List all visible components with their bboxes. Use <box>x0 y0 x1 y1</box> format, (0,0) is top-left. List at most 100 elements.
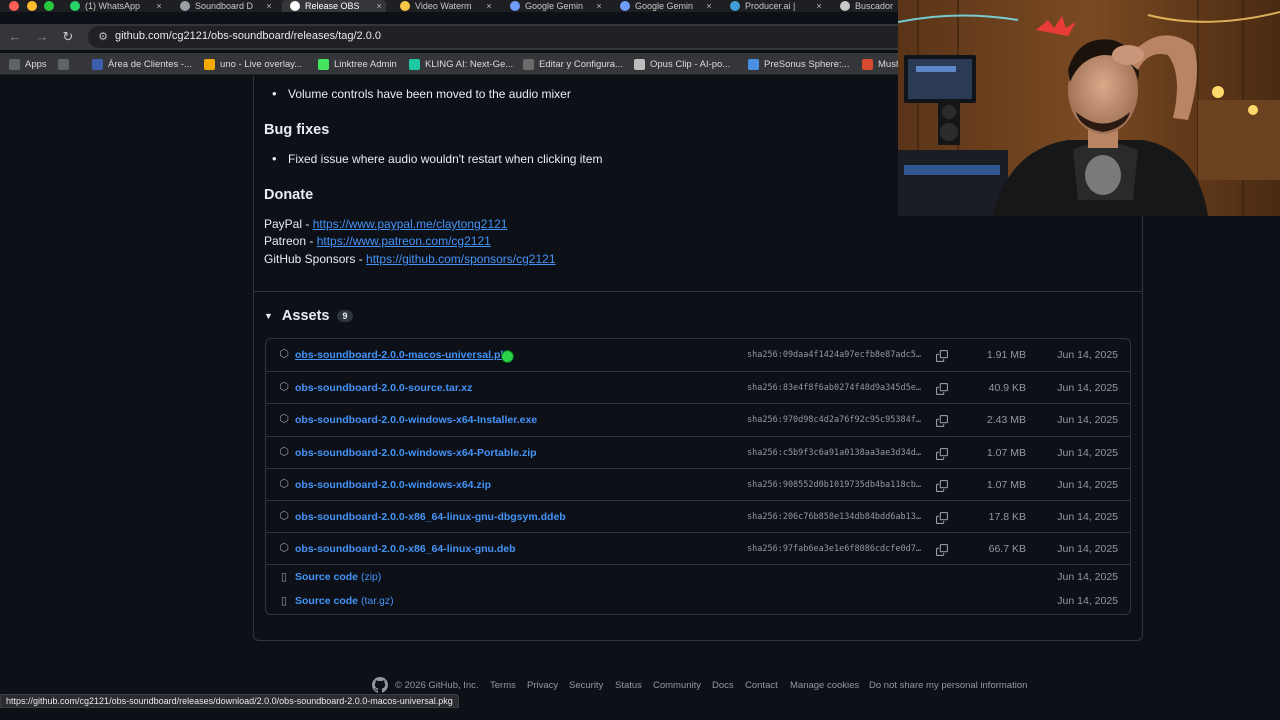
bookmark-item[interactable]: Mush <box>862 56 901 72</box>
donate-heading: Donate <box>264 187 314 203</box>
window-zoom-button[interactable] <box>44 1 54 11</box>
source-code-label: Source code <box>295 595 359 607</box>
copy-icon[interactable] <box>936 447 950 461</box>
copy-icon[interactable] <box>936 511 950 525</box>
assets-title: Assets <box>281 308 330 324</box>
browser-tab[interactable]: Google Gemin × <box>502 0 606 12</box>
tab-close-icon[interactable]: × <box>152 1 166 11</box>
tab-close-icon[interactable]: × <box>372 1 386 11</box>
tab-close-icon[interactable]: × <box>812 1 826 11</box>
asset-download-link[interactable]: obs-soundboard-2.0.0-macos-universal.pkg <box>295 349 513 361</box>
back-button[interactable]: ← <box>6 28 24 46</box>
tab-close-icon[interactable]: × <box>702 1 716 11</box>
section-divider <box>254 291 1142 292</box>
github-sponsors-link[interactable]: https://github.com/sponsors/cg2121 <box>366 252 555 266</box>
paypal-link[interactable]: https://www.paypal.me/claytong2121 <box>313 217 508 231</box>
bookmark-label: Editar y Configura... <box>539 58 623 70</box>
tab-title: Google Gemin <box>525 1 584 11</box>
asset-size: 1.07 MB <box>986 479 1026 491</box>
asset-size: 2.43 MB <box>986 414 1026 426</box>
window-close-button[interactable] <box>9 1 19 11</box>
source-code-format: (zip) <box>360 571 382 583</box>
footer-link[interactable]: Docs <box>712 680 734 691</box>
patreon-link[interactable]: https://www.patreon.com/cg2121 <box>317 234 491 248</box>
footer-link[interactable]: Contact <box>745 680 778 691</box>
package-icon: ⬡ <box>279 446 289 458</box>
asset-date: Jun 14, 2025 <box>1057 479 1118 491</box>
github-logo-icon[interactable] <box>372 677 388 693</box>
bookmark-favicon-icon <box>92 58 103 70</box>
site-settings-icon[interactable]: ⚙ <box>96 30 110 44</box>
footer-link[interactable]: Security <box>569 680 603 691</box>
bookmark-item[interactable]: Opus Clip - AI-po... <box>634 56 730 72</box>
assets-count-badge: 9 <box>337 310 353 322</box>
assets-list: ⬡ obs-soundboard-2.0.0-macos-universal.pk… <box>265 338 1131 615</box>
package-icon: ⬡ <box>279 510 289 522</box>
asset-date: Jun 14, 2025 <box>1057 543 1118 555</box>
browser-tab[interactable]: (1) WhatsApp × <box>62 0 166 12</box>
browser-tab[interactable]: Release OBS × <box>282 0 386 12</box>
browser-tab[interactable]: Soundboard D × <box>172 0 276 12</box>
copy-icon[interactable] <box>936 479 950 493</box>
tab-close-icon[interactable]: × <box>592 1 606 11</box>
asset-row: ⬡ obs-soundboard-2.0.0-windows-x64-Instal… <box>266 403 1130 435</box>
copy-icon[interactable] <box>936 414 950 428</box>
asset-date: Jun 14, 2025 <box>1057 595 1118 607</box>
footer-copyright: © 2026 GitHub, Inc. <box>395 680 479 691</box>
browser-tab[interactable]: Google Gemin × <box>612 0 716 12</box>
reload-button[interactable]: ↻ <box>59 28 77 46</box>
footer-link[interactable]: Do not share my personal information <box>869 680 1027 691</box>
bookmark-item[interactable]: Apps <box>9 56 47 72</box>
donate-patreon: Patreon - https://www.patreon.com/cg2121 <box>264 234 491 248</box>
forward-button[interactable]: → <box>33 28 51 46</box>
bookmark-label: KLING AI: Next-Ge... <box>425 58 514 70</box>
asset-download-link[interactable]: obs-soundboard-2.0.0-x86_64-linux-gnu.de… <box>295 543 516 555</box>
package-icon: ⬡ <box>279 348 289 360</box>
bookmark-item[interactable]: Área de Clientes -... <box>92 56 192 72</box>
asset-download-link[interactable]: obs-soundboard-2.0.0-windows-x64.zip <box>295 479 491 491</box>
mouse-cursor-highlight <box>502 351 513 362</box>
window-minimize-button[interactable] <box>27 1 37 11</box>
footer-link[interactable]: Community <box>653 680 701 691</box>
tab-close-icon[interactable]: × <box>482 1 496 11</box>
bookmark-item[interactable]: PreSonus Sphere:... <box>748 56 850 72</box>
footer-link[interactable]: Terms <box>490 680 516 691</box>
asset-download-link[interactable]: obs-soundboard-2.0.0-source.tar.xz <box>295 382 472 394</box>
footer-link[interactable]: Status <box>615 680 642 691</box>
footer-link[interactable]: Manage cookies <box>790 680 859 691</box>
source-code-link[interactable]: Source code (tar.gz) <box>295 595 394 607</box>
asset-sha256: sha256:206c76b858e134db84bdd6ab13… <box>747 512 921 522</box>
bookmark-item[interactable]: Editar y Configura... <box>523 56 623 72</box>
asset-date: Jun 14, 2025 <box>1057 414 1118 426</box>
copy-icon[interactable] <box>936 543 950 557</box>
bookmark-item[interactable]: uno - Live overlay... <box>204 56 302 72</box>
bookmark-item[interactable] <box>58 56 74 72</box>
asset-row: ⬡ obs-soundboard-2.0.0-x86_64-linux-gnu.d… <box>266 532 1130 564</box>
copy-icon[interactable] <box>936 382 950 396</box>
address-bar[interactable]: ⚙ github.com/cg2121/obs-soundboard/relea… <box>88 26 988 48</box>
asset-download-link[interactable]: obs-soundboard-2.0.0-windows-x64-Portabl… <box>295 447 537 459</box>
bookmark-label: Opus Clip - AI-po... <box>650 58 731 70</box>
footer-link[interactable]: Privacy <box>527 680 558 691</box>
bookmark-item[interactable]: Linktree Admin <box>318 56 397 72</box>
bookmark-item[interactable]: KLING AI: Next-Ge... <box>409 56 513 72</box>
address-url[interactable]: github.com/cg2121/obs-soundboard/release… <box>115 30 381 42</box>
package-icon: ⬡ <box>279 381 289 393</box>
caret-down-icon: ▼ <box>264 311 273 321</box>
asset-sha256: sha256:908552d0b1019735db4ba118cb… <box>747 480 921 490</box>
asset-row: ⬡ obs-soundboard-2.0.0-windows-x64.zip sha… <box>266 468 1130 500</box>
tab-close-icon[interactable]: × <box>262 1 276 11</box>
copy-icon[interactable] <box>936 349 950 363</box>
asset-sha256: sha256:97fab6ea3e1e6f8086cdcfe0d7… <box>747 544 921 554</box>
donate-paypal: PayPal - https://www.paypal.me/claytong2… <box>264 217 507 231</box>
browser-tab[interactable]: Video Waterm × <box>392 0 496 12</box>
browser-tab[interactable]: Producer.ai | × <box>722 0 826 12</box>
tab-title: Soundboard D <box>195 1 254 11</box>
asset-date: Jun 14, 2025 <box>1057 382 1118 394</box>
asset-download-link[interactable]: obs-soundboard-2.0.0-windows-x64-Install… <box>295 414 537 426</box>
asset-size: 1.07 MB <box>986 447 1026 459</box>
tab-title: Release OBS <box>305 1 360 11</box>
source-code-link[interactable]: Source code (zip) <box>295 571 381 583</box>
assets-toggle[interactable]: ▼ Assets 9 <box>264 306 353 326</box>
asset-download-link[interactable]: obs-soundboard-2.0.0-x86_64-linux-gnu-db… <box>295 511 566 523</box>
